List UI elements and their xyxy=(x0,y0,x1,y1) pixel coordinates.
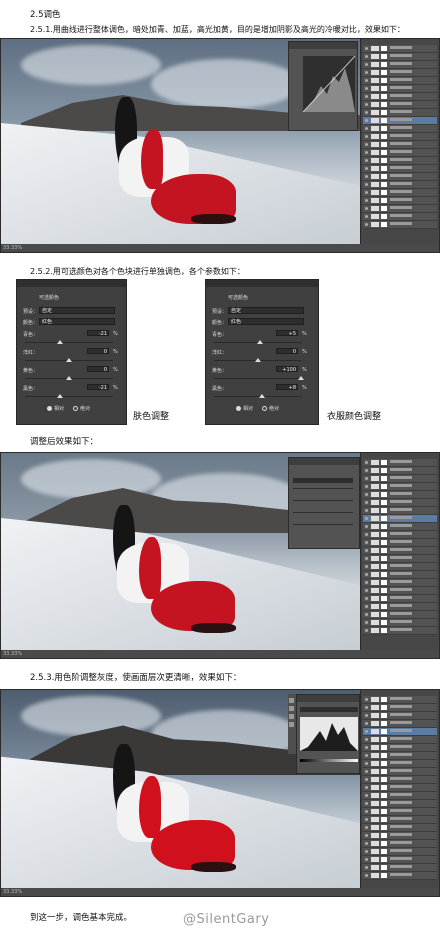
radio-relative-label: 相对 xyxy=(54,406,65,412)
cyan-unit: % xyxy=(302,331,307,337)
black-unit: % xyxy=(113,385,118,391)
preset-label: 预设： xyxy=(23,309,39,315)
cyan-label: 青色： xyxy=(212,332,228,338)
selective-color-panel-clothes: 可选颜色 预设： 自定 颜色： 红色 青色： +5 % 洋红： 0 % 黄色： … xyxy=(205,279,319,425)
black-value[interactable]: +8 xyxy=(276,384,298,391)
color-label: 颜色： xyxy=(212,320,228,326)
radio-absolute[interactable] xyxy=(262,406,267,411)
magenta-slider[interactable] xyxy=(255,358,261,362)
radio-absolute[interactable] xyxy=(73,406,78,411)
yellow-unit: % xyxy=(302,367,307,373)
screenshot-curves: 33.33% xyxy=(0,38,440,253)
step2-text: 2.5.2.用可选颜色对各个色块进行单独调色，各个参数如下： xyxy=(30,267,245,276)
yellow-slider[interactable] xyxy=(298,376,304,380)
magenta-label: 洋红： xyxy=(212,350,228,356)
panel-title: 可选颜色 xyxy=(228,295,249,301)
caption-clothes: 衣服颜色调整 xyxy=(327,412,382,422)
black-slider[interactable] xyxy=(259,394,265,398)
radio-relative[interactable] xyxy=(236,406,241,411)
yellow-label: 黄色： xyxy=(23,368,39,374)
section-title: 2.5调色 xyxy=(30,10,61,20)
caption-skin: 肤色调整 xyxy=(133,412,170,422)
step1-text: 2.5.1.用曲线进行整体调色，暗处加青、加蓝，高光加黄，目的是增加阴影及高光的… xyxy=(30,25,405,34)
watermark: @SilentGary xyxy=(183,912,270,927)
selective-color-mini-panel xyxy=(288,457,360,549)
black-label: 黑色： xyxy=(212,386,228,392)
levels-panel xyxy=(296,694,360,774)
preset-select[interactable]: 自定 xyxy=(39,307,115,314)
color-select[interactable]: 红色 xyxy=(39,318,115,325)
layers-panel-1 xyxy=(360,39,439,252)
black-label: 黑色： xyxy=(23,386,39,392)
magenta-value[interactable]: 0 xyxy=(276,348,298,355)
cyan-slider[interactable] xyxy=(57,340,63,344)
cyan-value[interactable]: +5 xyxy=(276,330,298,337)
screenshot-selective-color: 33.33% xyxy=(0,452,440,659)
yellow-slider[interactable] xyxy=(66,376,72,380)
conclusion-text: 到这一步，调色基本完成。 xyxy=(30,913,133,923)
magenta-value[interactable]: 0 xyxy=(87,348,109,355)
curves-graph xyxy=(302,55,356,113)
yellow-label: 黄色： xyxy=(212,368,228,374)
color-label: 颜色： xyxy=(23,320,39,326)
yellow-unit: % xyxy=(113,367,118,373)
zoom-status-3: 33.33% xyxy=(3,889,23,895)
cyan-unit: % xyxy=(113,331,118,337)
radio-absolute-label: 绝对 xyxy=(80,406,91,412)
curves-panel xyxy=(288,41,358,131)
cyan-value[interactable]: -21 xyxy=(87,330,109,337)
zoom-status-2: 33.33% xyxy=(3,651,23,657)
magenta-slider[interactable] xyxy=(66,358,72,362)
color-select[interactable]: 红色 xyxy=(228,318,304,325)
panel-title: 可选颜色 xyxy=(39,295,60,301)
selective-color-panel-skin: 可选颜色 预设： 自定 颜色： 红色 青色： -21 % 洋红： 0 % 黄色：… xyxy=(16,279,127,425)
preset-label: 预设： xyxy=(212,309,228,315)
black-value[interactable]: -21 xyxy=(87,384,109,391)
yellow-value[interactable]: 0 xyxy=(87,366,109,373)
radio-relative[interactable] xyxy=(47,406,52,411)
cyan-slider[interactable] xyxy=(257,340,263,344)
magenta-unit: % xyxy=(302,349,307,355)
black-unit: % xyxy=(302,385,307,391)
layers-panel-2 xyxy=(360,453,439,658)
screenshot-levels: 33.33% xyxy=(0,689,440,897)
curves-histogram xyxy=(302,55,356,113)
yellow-value[interactable]: +100 xyxy=(276,366,298,373)
layers-panel-3 xyxy=(360,690,439,896)
radio-absolute-label: 绝对 xyxy=(269,406,280,412)
tools-strip xyxy=(288,694,296,754)
after-adjust-text: 调整后效果如下： xyxy=(30,437,99,447)
cyan-label: 青色： xyxy=(23,332,39,338)
magenta-unit: % xyxy=(113,349,118,355)
magenta-label: 洋红： xyxy=(23,350,39,356)
step3-text: 2.5.3.用色阶调整灰度，使画面层次更清晰，效果如下： xyxy=(30,673,242,683)
zoom-status-1: 33.33% xyxy=(3,245,23,251)
levels-histogram xyxy=(300,723,358,751)
radio-relative-label: 相对 xyxy=(243,406,254,412)
levels-graph xyxy=(300,717,358,751)
black-slider[interactable] xyxy=(57,394,63,398)
preset-select[interactable]: 自定 xyxy=(228,307,304,314)
